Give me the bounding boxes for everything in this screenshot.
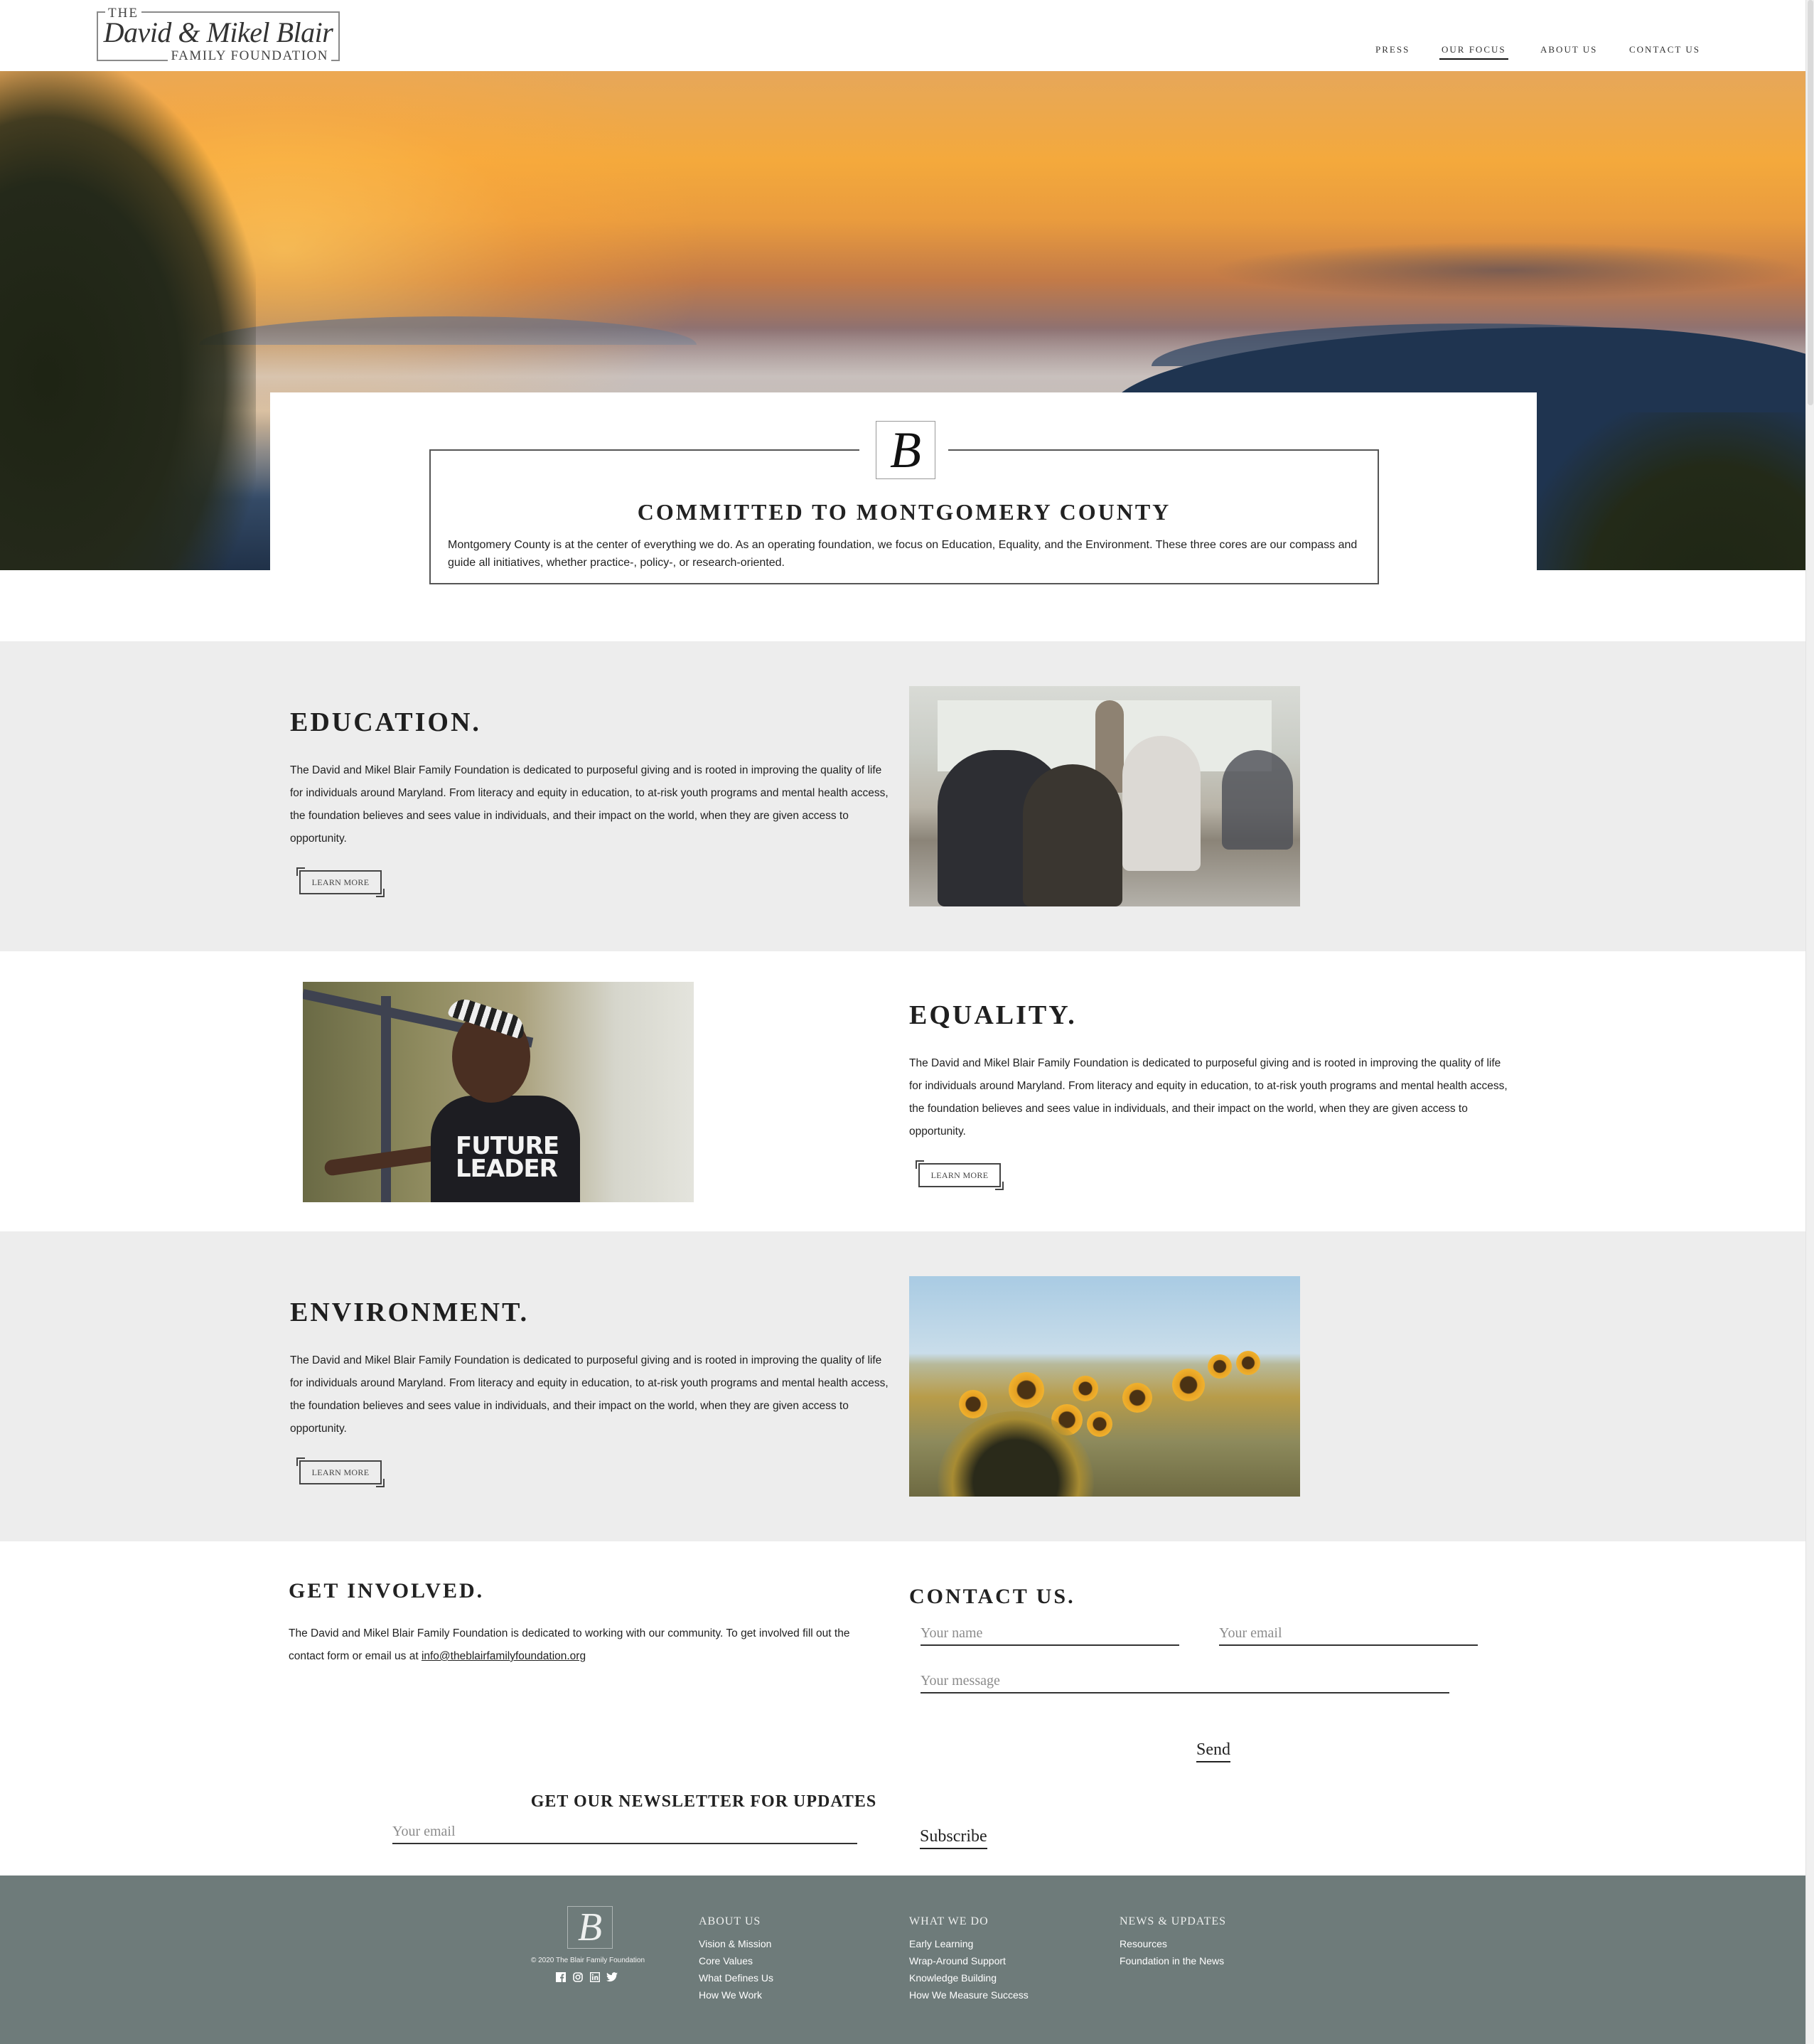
footer-link-how-we-work[interactable]: How We Work	[699, 1986, 773, 2003]
photo-sunflower	[1122, 1383, 1152, 1413]
hero-tree-left	[0, 71, 256, 570]
subscribe-button[interactable]: Subscribe	[920, 1827, 987, 1849]
footer-link-knowledge-building[interactable]: Knowledge Building	[909, 1969, 1029, 1986]
instagram-icon[interactable]	[572, 1971, 584, 1983]
contact-message-input[interactable]	[921, 1673, 1449, 1693]
footer-link-wrap-around-support[interactable]: Wrap-Around Support	[909, 1952, 1029, 1969]
contact-name-input[interactable]	[921, 1625, 1179, 1646]
photo-sunflower	[1073, 1376, 1098, 1401]
photo-shirt-text: FUTURE LEADER	[456, 1132, 559, 1183]
logo-script-text: David & Mikel Blair	[103, 16, 333, 48]
facebook-icon[interactable]	[555, 1971, 567, 1983]
photo-post	[381, 996, 391, 1202]
site-footer	[0, 1876, 1805, 2044]
page-scrollbar[interactable]	[1805, 0, 1814, 2044]
logo-family-text: FAMILY FOUNDATION	[168, 48, 331, 64]
monogram-b-icon: B	[876, 421, 935, 479]
environment-photo-sunflowers	[909, 1276, 1300, 1497]
environment-text: The David and Mikel Blair Family Foundat…	[290, 1354, 889, 1435]
footer-heading-news: NEWS & UPDATES	[1120, 1915, 1227, 1927]
education-section: EDUCATION. The David and Mikel Blair Fam…	[0, 641, 1805, 951]
footer-link-foundation-in-news[interactable]: Foundation in the News	[1120, 1952, 1226, 1969]
newsletter-email-input[interactable]	[392, 1824, 857, 1844]
footer-monogram-b-icon: B	[567, 1906, 613, 1949]
hero-tree-right	[1535, 412, 1805, 570]
equality-learn-more-button[interactable]: LEARN MORE	[916, 1160, 1004, 1190]
get-involved-text: The David and Mikel Blair Family Foundat…	[289, 1622, 879, 1668]
intro-text: Montgomery County is at the center of ev…	[448, 539, 1358, 569]
equality-text: The David and Mikel Blair Family Foundat…	[909, 1057, 1508, 1138]
education-learn-more-button[interactable]: LEARN MORE	[296, 867, 385, 897]
education-text: The David and Mikel Blair Family Foundat…	[290, 764, 889, 845]
photo-sunflower	[1009, 1372, 1044, 1408]
environment-title: ENVIRONMENT.	[290, 1297, 530, 1327]
footer-link-resources[interactable]: Resources	[1120, 1935, 1226, 1952]
photo-sunflower	[1172, 1369, 1205, 1401]
education-title: EDUCATION.	[290, 707, 481, 737]
intro-title: COMMITTED TO MONTGOMERY COUNTY	[637, 499, 1171, 525]
footer-link-vision-mission[interactable]: Vision & Mission	[699, 1935, 773, 1952]
education-photo-classroom	[909, 686, 1300, 906]
footer-link-early-learning[interactable]: Early Learning	[909, 1935, 1029, 1952]
nav-our-focus[interactable]: OUR FOCUS	[1439, 44, 1508, 60]
photo-sunflower	[1208, 1354, 1232, 1379]
footer-column-what-we-do: WHAT WE DO Early Learning Wrap-Around Su…	[909, 1915, 1029, 2003]
newsletter-title: GET OUR NEWSLETTER FOR UPDATES	[530, 1792, 877, 1811]
equality-photo-child: FUTURE LEADER	[303, 982, 694, 1202]
footer-heading-what-we-do: WHAT WE DO	[909, 1915, 989, 1927]
footer-column-news: NEWS & UPDATES Resources Foundation in t…	[1120, 1915, 1226, 1969]
equality-title: EQUALITY.	[909, 1000, 1077, 1030]
footer-copyright: © 2020 The Blair Family Foundation	[530, 1957, 645, 1964]
hero-cloud	[1208, 242, 1805, 299]
photo-student	[1023, 764, 1122, 906]
scrollbar-thumb[interactable]	[1808, 0, 1813, 405]
nav-press[interactable]: PRESS	[1375, 44, 1410, 55]
footer-link-measure-success[interactable]: How We Measure Success	[909, 1986, 1029, 2003]
foundation-logo[interactable]: THE David & Mikel Blair FAMILY FOUNDATIO…	[97, 6, 340, 64]
photo-student	[1122, 736, 1201, 871]
contact-email-input[interactable]	[1219, 1625, 1478, 1646]
environment-learn-more-button[interactable]: LEARN MORE	[296, 1457, 385, 1487]
get-involved-title: GET INVOLVED.	[289, 1579, 485, 1602]
equality-section: FUTURE LEADER EQUALITY. The David and Mi…	[0, 951, 1805, 1231]
footer-heading-about: ABOUT US	[699, 1915, 761, 1927]
footer-link-core-values[interactable]: Core Values	[699, 1952, 773, 1969]
linkedin-icon[interactable]	[589, 1971, 601, 1983]
footer-link-what-defines-us[interactable]: What Defines Us	[699, 1969, 773, 1986]
nav-about-us[interactable]: ABOUT US	[1540, 44, 1597, 55]
send-button[interactable]: Send	[1196, 1740, 1230, 1762]
contact-email-link[interactable]: info@theblairfamilyfoundation.org	[422, 1650, 586, 1662]
footer-column-about: ABOUT US Vision & Mission Core Values Wh…	[699, 1915, 773, 2003]
contact-us-title: CONTACT US.	[909, 1585, 1075, 1608]
nav-contact-us[interactable]: CONTACT US	[1629, 44, 1700, 55]
photo-sunflower	[959, 1390, 987, 1418]
twitter-icon[interactable]	[606, 1971, 618, 1983]
photo-sunflower	[1236, 1351, 1260, 1375]
site-header: THE David & Mikel Blair FAMILY FOUNDATIO…	[0, 0, 1805, 71]
photo-student	[1222, 750, 1293, 850]
photo-sunflower	[1087, 1411, 1112, 1437]
environment-section: ENVIRONMENT. The David and Mikel Blair F…	[0, 1231, 1805, 1541]
footer-social-links	[555, 1971, 618, 1983]
